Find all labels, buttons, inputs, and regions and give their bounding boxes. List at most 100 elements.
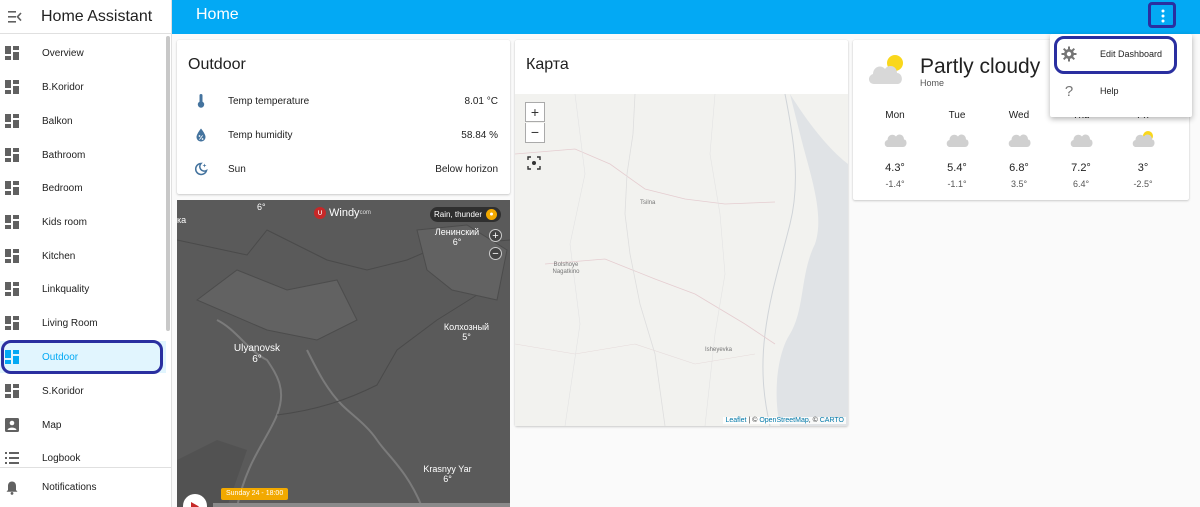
entity-value: 8.01 °C [464,95,498,107]
sidebar-item-logbook[interactable]: Logbook [0,442,166,466]
sidebar-item-label: Outdoor [42,351,79,363]
windy-timeline-label: Sunday 24 - 18:00 [221,488,289,500]
bell-icon [4,480,20,496]
windy-city-label: Ленинский 6° [432,227,482,247]
entity-value: Below horizon [435,163,498,175]
sidebar-item-s-koridor[interactable]: S.Koridor [0,375,166,407]
forecast-day: Tue 5.4° -1.1° [937,110,977,189]
sidebar-item-linkquality[interactable]: Linkquality [0,273,166,305]
entity-value: 58.84 % [461,129,498,141]
sidebar-scrollbar[interactable] [166,36,170,331]
city-name: Krasnyy Yar [423,464,472,474]
entity-row-humidity[interactable]: Temp humidity 58.84 % [177,124,510,146]
forecast-low: 3.5° [1010,179,1028,189]
sidebar-item-notifications[interactable]: Notifications [0,467,172,507]
cloudy-icon [937,130,977,150]
map-zoom-out-button[interactable]: − [525,123,545,143]
menu-item-help[interactable]: ? Help [1050,73,1192,109]
map-tiles [515,94,848,426]
sidebar-item-kids-room[interactable]: Kids room [0,206,166,238]
view-dashboard-icon [4,248,20,264]
view-dashboard-icon [4,180,20,196]
windy-zoom-in-button[interactable]: + [489,229,502,242]
entity-name: Sun [228,163,246,175]
city-temp: 6° [452,237,462,247]
weather-location: Home [920,78,945,88]
map-zoom-in-button[interactable]: + [525,102,545,122]
windy-logo-icon: ∪ [314,207,326,219]
sidebar-item-overview[interactable]: Overview [0,37,166,69]
map-place-label: Bolshoye Nagatkino [552,262,580,275]
carto-link[interactable]: CARTO [820,417,844,424]
sidebar-item-bedroom[interactable]: Bedroom [0,172,166,204]
windy-timeline-track[interactable] [213,503,510,507]
water-percent-icon [193,127,209,143]
sidebar-header: Home Assistant [0,0,171,34]
account-box-icon [4,417,20,433]
windy-top-temp: 6° [257,202,266,212]
weather-night-icon [193,161,209,177]
forecast-day: Fri 3° -2.5° [1123,110,1163,189]
app-title: Home Assistant [41,7,153,25]
play-icon [191,501,199,507]
sidebar-item-living-room[interactable]: Living Room [0,307,166,339]
view-dashboard-icon [4,383,20,399]
entity-name: Temp temperature [228,95,310,107]
sidebar-item-label: Notifications [42,482,97,493]
card-title: Карта [526,56,569,73]
windy-logo: ∪ Windy com [314,207,371,219]
view-dashboard-icon [4,113,20,129]
openstreetmap-link[interactable]: OpenStreetMap [759,417,808,424]
cloudy-icon [999,130,1039,150]
forecast-high: 5.4° [947,162,967,174]
top-app-bar: Home [172,0,1200,34]
more-options-button[interactable] [1150,4,1176,28]
forecast-day: Thu 7.2° 6.4° [1061,110,1101,189]
windy-layer-label: Rain, thunder [434,210,483,219]
leaflet-map[interactable]: + − Tsilna Bolshoye Nagatkino Isheyevka … [515,94,848,426]
windy-zoom-out-button[interactable]: − [489,247,502,260]
sidebar-item-label: Living Room [42,317,98,329]
forecast-day: Mon 4.3° -1.4° [875,110,915,189]
menu-item-edit-dashboard[interactable]: Edit Dashboard [1050,36,1192,72]
forecast-day-name: Wed [1008,110,1030,121]
menu-item-label: Edit Dashboard [1100,49,1163,59]
sidebar-item-b-koridor[interactable]: B.Koridor [0,71,166,103]
city-temp: 5° [462,332,471,342]
menu-item-label: Help [1100,86,1119,96]
entity-name: Temp humidity [228,129,293,141]
view-dashboard-icon [4,315,20,331]
page-title: Home [196,6,239,23]
entity-row-sun[interactable]: Sun Below horizon [177,158,510,180]
forecast-low: 6.4° [1072,179,1090,189]
forecast-high: 3° [1137,162,1149,174]
forecast-day: Wed 6.8° 3.5° [999,110,1039,189]
sidebar-item-label: S.Koridor [42,385,84,397]
sidebar-list: Overview B.Koridor Balkon Bathroom Bedro… [0,36,166,466]
fit-to-bounds-button[interactable] [527,156,541,170]
sidebar-item-outdoor[interactable]: Outdoor [0,341,166,373]
sidebar-item-kitchen[interactable]: Kitchen [0,240,166,272]
sidebar-item-label: Map [42,419,62,431]
entity-row-temperature[interactable]: Temp temperature 8.01 °C [177,90,510,112]
sidebar: Home Assistant Overview B.Koridor Balkon… [0,0,172,507]
windy-city-label: Krasnyy Yar 6° [420,464,475,484]
thermometer-icon [193,93,209,109]
windy-layer-button[interactable]: Rain, thunder ● [430,207,502,222]
windy-city-label: Ulyanovsk 6° [222,343,292,365]
forecast-day-name: Mon [885,110,905,121]
format-list-icon [4,450,20,466]
sidebar-toggle-button[interactable] [4,6,26,28]
sidebar-item-balkon[interactable]: Balkon [0,105,166,137]
card-title: Outdoor [188,56,246,73]
leaflet-link[interactable]: Leaflet [725,417,746,424]
partly-cloudy-icon [1123,130,1163,150]
sidebar-item-bathroom[interactable]: Bathroom [0,139,166,171]
view-dashboard-icon [4,45,20,61]
sidebar-item-map[interactable]: Map [0,409,166,441]
sidebar-item-label: Overview [42,47,84,59]
map-place-label: Tsilna [640,200,656,206]
windy-weather-map[interactable]: 6° ка ∪ Windy com Rain, thunder ● + − Ле… [177,200,510,507]
map-card: Карта + − Tsilna Bolshoye Nagatkino Ishe… [515,40,848,426]
sidebar-item-label: Logbook [42,452,81,464]
